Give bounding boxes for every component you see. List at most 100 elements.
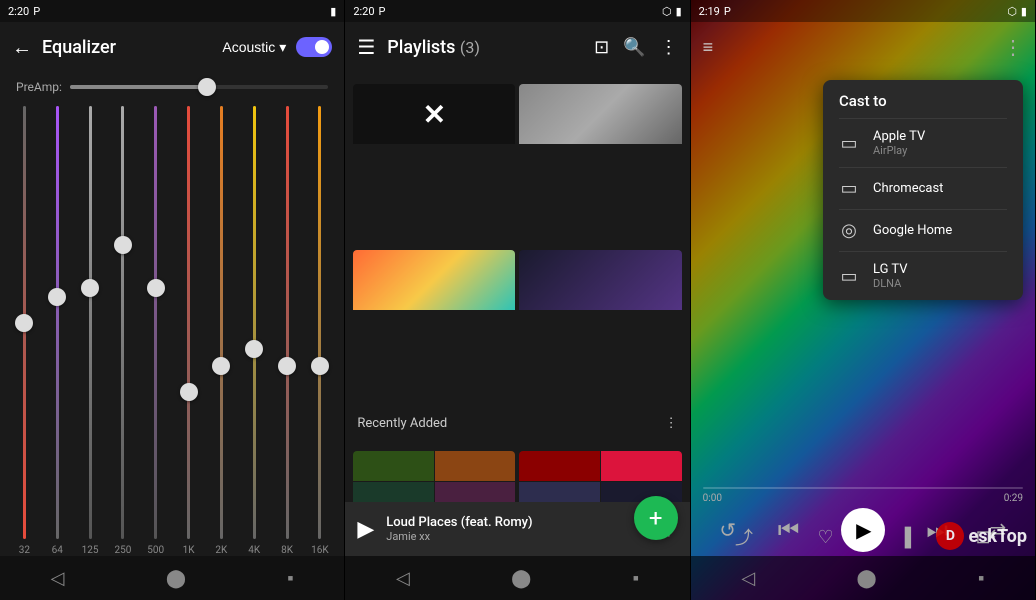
time-np: 2:19 [699,5,720,18]
heart-button[interactable]: ♡ [818,527,834,548]
more-icon[interactable]: ⋮ [660,37,678,58]
progress-total: 0:29 [1004,493,1023,504]
cast-item-appletv[interactable]: ▭ Apple TV AirPlay [823,119,1023,167]
preset-label: Acoustic [222,39,275,55]
cast-item-chromecast[interactable]: ▭ Chromecast [823,168,1023,209]
album-the-xx[interactable]: ✕ [353,84,515,246]
recently-added-more[interactable]: ⋮ [665,416,678,431]
nav-bar-np: ◁ ⬤ ▪ [691,556,1035,600]
fab-icon: + [649,504,663,532]
status-bar-np: 2:19 P ⬡ ▮ [691,0,1035,22]
appletv-sub: AirPlay [873,144,1007,157]
eq-band-125: 125 [74,106,107,556]
equalizer-button[interactable]: ▐ [898,527,911,548]
np-more-button[interactable]: ⋮ [1003,35,1023,59]
lgtv-sub: DLNA [873,277,1007,290]
slider-track-8k[interactable] [285,106,289,539]
eq-band-4k: 4K [238,106,271,556]
time-eq: 2:20 [8,5,29,18]
home-nav-btn-pl[interactable]: ⬤ [511,568,531,589]
band-label-2k: 2K [215,545,227,556]
slider-track-64[interactable] [55,106,59,539]
queue-icon[interactable]: ≡ [703,37,714,58]
album-taylor-swift[interactable] [519,84,681,246]
player-play-button[interactable]: ▶ [357,517,374,542]
search-icon[interactable]: 🔍 [623,37,645,58]
slider-track-1k[interactable] [187,106,191,539]
recents-nav-btn-pl[interactable]: ▪ [633,568,639,589]
back-nav-btn-np[interactable]: ◁ [741,568,755,589]
eq-band-8k: 8K [271,106,304,556]
recents-nav-btn-np[interactable]: ▪ [978,568,984,589]
preamp-thumb[interactable] [198,78,216,96]
progress-bar[interactable] [703,487,1023,489]
slider-track-500[interactable] [154,106,158,539]
section-recently-added: ✕ Recently Added ⋮ [345,72,689,439]
progress-current: 0:00 [703,493,722,504]
home-nav-btn[interactable]: ⬤ [166,568,186,589]
share-button[interactable]: ⤴ [735,524,753,550]
cast-status-icon: ⬡ [662,5,672,18]
signal-eq: P [33,5,40,18]
slider-thumb-2k[interactable] [212,357,230,375]
home-nav-btn-np[interactable]: ⬤ [856,568,876,589]
cast-popup: Cast to ▭ Apple TV AirPlay ▭ Chromecast … [823,80,1023,300]
pl-count: (3) [460,38,480,57]
preamp-label: PreAmp: [16,80,62,94]
recents-nav-btn[interactable]: ▪ [287,568,293,589]
preset-dropdown[interactable]: Acoustic ▾ [222,39,286,56]
slider-thumb-1k[interactable] [180,383,198,401]
appletv-name: Apple TV [873,129,1007,144]
eq-band-16k: 16K [303,106,336,556]
menu-icon[interactable]: ☰ [357,35,375,59]
preamp-slider[interactable] [70,85,328,89]
nav-bar-pl: ◁ ⬤ ▪ [345,556,689,600]
tv-icon-appletv: ▭ [839,133,859,154]
eq-band-500: 500 [139,106,172,556]
slider-track-16k[interactable] [318,106,322,539]
eq-title: Equalizer [42,37,212,58]
back-nav-btn-pl[interactable]: ◁ [396,568,410,589]
eq-band-250: 250 [106,106,139,556]
album-coldplay[interactable] [353,250,515,412]
eq-band-32: 32 [8,106,41,556]
desktop-watermark: D eskTop [936,522,1027,550]
slider-track-4k[interactable] [252,106,256,539]
eq-header: ← Equalizer Acoustic ▾ [0,22,344,72]
back-button[interactable]: ← [12,35,32,60]
slider-thumb-4k[interactable] [245,340,263,358]
signal-pl: P [379,5,386,18]
player-track: Loud Places (feat. Romy) [386,515,647,530]
pl-title: Playlists (3) [387,37,582,58]
chevron-down-icon: ▾ [279,39,286,56]
band-label-4k: 4K [248,545,260,556]
back-nav-btn[interactable]: ◁ [51,568,65,589]
slider-track-32[interactable] [22,106,26,539]
time-pl: 2:20 [353,5,374,18]
speaker-icon-googlehome: ◎ [839,220,859,241]
band-label-8k: 8K [281,545,293,556]
lgtv-name: LG TV [873,262,1007,277]
slider-thumb-500[interactable] [147,279,165,297]
album-4[interactable] [519,250,681,412]
cast-icon-chromecast: ▭ [839,178,859,199]
slider-track-2k[interactable] [219,106,223,539]
slider-thumb-16k[interactable] [311,357,329,375]
slider-thumb-250[interactable] [114,236,132,254]
cast-icon[interactable]: ⊡ [594,37,609,58]
slider-track-250[interactable] [121,106,125,539]
slider-track-125[interactable] [88,106,92,539]
cast-item-googlehome[interactable]: ◎ Google Home [823,210,1023,251]
eq-band-64: 64 [41,106,74,556]
slider-thumb-32[interactable] [15,314,33,332]
eq-bands-container: 32 64 125 250 [0,102,344,556]
slider-thumb-8k[interactable] [278,357,296,375]
eq-toggle[interactable] [296,37,332,57]
slider-thumb-64[interactable] [48,288,66,306]
cast-item-lgtv[interactable]: ▭ LG TV DLNA [823,252,1023,300]
band-label-125: 125 [82,545,99,556]
slider-thumb-125[interactable] [81,279,99,297]
progress-section: 0:00 0:29 [691,487,1035,504]
band-label-500: 500 [147,545,164,556]
add-playlist-fab[interactable]: + [634,496,678,540]
